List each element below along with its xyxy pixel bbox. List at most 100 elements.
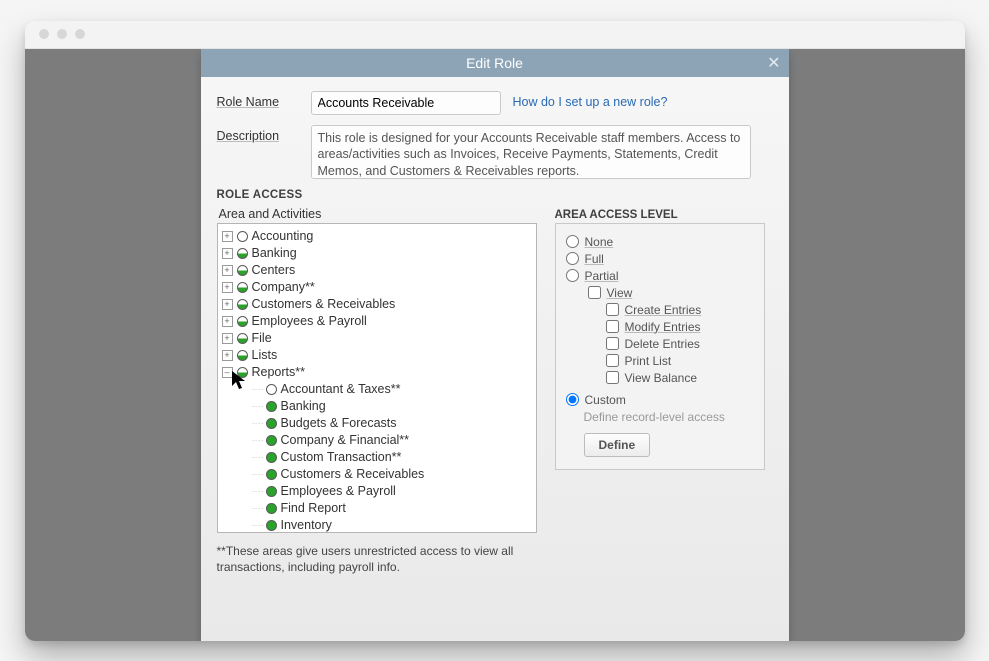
expand-icon[interactable]: + [222, 316, 233, 327]
tree-item[interactable]: + Accounting [222, 228, 532, 245]
access-area: Area and Activities +Accounting+Banking+… [217, 203, 773, 575]
role-name-row: Role Name How do I set up a new role? [217, 91, 773, 115]
radio-partial-input[interactable] [566, 269, 579, 282]
expand-icon[interactable]: + [222, 299, 233, 310]
tree-connector: ···· [252, 418, 264, 428]
expand-icon[interactable]: + [222, 333, 233, 344]
role-name-label: Role Name [217, 91, 299, 109]
description-label: Description [217, 125, 299, 143]
check-view[interactable]: View [588, 286, 754, 300]
app-background: Edit Role ✕ Role Name How do I set up a … [25, 49, 965, 641]
tree-child-item[interactable]: ····Find Report [252, 500, 532, 517]
dialog-header: Edit Role ✕ [201, 49, 789, 77]
tree-item[interactable]: +Centers [222, 262, 532, 279]
tree-connector: ···· [252, 384, 264, 394]
status-full-icon [266, 469, 277, 480]
role-name-input[interactable] [311, 91, 501, 115]
tree-child-item[interactable]: ···· Custom Transaction** [252, 449, 532, 466]
tree-child-item[interactable]: ····Company & Financial** [252, 432, 532, 449]
radio-custom[interactable]: Custom [566, 393, 754, 407]
radio-none[interactable]: None [566, 235, 754, 249]
tree-item[interactable]: + Customers & Receivables [222, 296, 532, 313]
description-row: Description [217, 125, 773, 179]
collapse-icon[interactable]: – [222, 367, 233, 378]
check-create[interactable]: Create Entries [606, 303, 754, 317]
define-button[interactable]: Define [584, 433, 651, 457]
expand-icon[interactable]: + [222, 350, 233, 361]
tree-child-item[interactable]: ···· Inventory [252, 517, 532, 533]
expand-icon[interactable]: + [222, 248, 233, 259]
check-create-input[interactable] [606, 303, 619, 316]
radio-custom-input[interactable] [566, 393, 579, 406]
tree-item[interactable]: +Banking [222, 245, 532, 262]
status-full-icon [266, 486, 277, 497]
help-link[interactable]: How do I set up a new role? [513, 91, 668, 109]
tree-child-item[interactable]: ····Customers & Receivables [252, 466, 532, 483]
radio-full-input[interactable] [566, 252, 579, 265]
traffic-close[interactable] [39, 29, 49, 39]
status-none-icon [266, 384, 277, 395]
traffic-max[interactable] [75, 29, 85, 39]
access-level-panel: None Full Partial [555, 223, 765, 470]
tree-label: Budgets & Forecasts [281, 416, 397, 430]
tree-label: Customers & Receivables [252, 297, 396, 311]
check-print[interactable]: Print List [606, 354, 754, 368]
tree-item-reports[interactable]: – Reports** [222, 364, 532, 381]
tree-label: Find Report [281, 501, 346, 515]
check-delete[interactable]: Delete Entries [606, 337, 754, 351]
status-partial-icon [237, 333, 248, 344]
traffic-min[interactable] [57, 29, 67, 39]
tree-child-item[interactable]: ····Banking [252, 398, 532, 415]
check-print-input[interactable] [606, 354, 619, 367]
check-view-input[interactable] [588, 286, 601, 299]
check-balance-label: View Balance [625, 371, 698, 385]
check-balance-input[interactable] [606, 371, 619, 384]
status-partial-icon [237, 367, 248, 378]
dialog-title: Edit Role [466, 55, 523, 71]
check-print-label: Print List [625, 354, 672, 368]
tree-item[interactable]: +Employees & Payroll [222, 313, 532, 330]
tree-label: Accountant & Taxes** [281, 382, 401, 396]
tree-label: Inventory [281, 518, 332, 532]
area-tree[interactable]: +Accounting+Banking+Centers+Company**+Cu… [217, 223, 537, 533]
tree-child-item[interactable]: ···· Accountant & Taxes** [252, 381, 532, 398]
check-modify[interactable]: Modify Entries [606, 320, 754, 334]
browser-frame: Edit Role ✕ Role Name How do I set up a … [25, 21, 965, 641]
status-full-icon [266, 520, 277, 531]
radio-custom-label: Custom [585, 393, 626, 407]
expand-icon[interactable]: + [222, 265, 233, 276]
tree-label: Banking [281, 399, 326, 413]
custom-subtext: Define record-level access [584, 410, 754, 424]
radio-full[interactable]: Full [566, 252, 754, 266]
tree-label: Custom Transaction** [281, 450, 402, 464]
check-delete-input[interactable] [606, 337, 619, 350]
tree-item[interactable]: +File [222, 330, 532, 347]
tree-child-item[interactable]: ····Employees & Payroll [252, 483, 532, 500]
status-full-icon [266, 435, 277, 446]
tree-label: Accounting [252, 229, 314, 243]
check-balance[interactable]: View Balance [606, 371, 754, 385]
access-level-column: AREA ACCESS LEVEL None Full [555, 203, 773, 575]
check-delete-label: Delete Entries [625, 337, 700, 351]
radio-partial[interactable]: Partial [566, 269, 754, 283]
description-input[interactable] [311, 125, 751, 179]
check-create-label: Create Entries [625, 303, 702, 317]
tree-item[interactable]: +Company** [222, 279, 532, 296]
tree-connector: ···· [252, 452, 264, 462]
tree-child-item[interactable]: ···· Budgets & Forecasts [252, 415, 532, 432]
tree-connector: ···· [252, 520, 264, 530]
tree-label: Customers & Receivables [281, 467, 425, 481]
tree-label: Employees & Payroll [281, 484, 396, 498]
check-modify-label: Modify Entries [625, 320, 701, 334]
close-icon[interactable]: ✕ [767, 53, 780, 73]
expand-icon[interactable]: + [222, 231, 233, 242]
browser-titlebar [25, 21, 965, 49]
tree-label: Reports** [252, 365, 306, 379]
check-modify-input[interactable] [606, 320, 619, 333]
status-partial-icon [237, 299, 248, 310]
role-access-title: ROLE ACCESS [217, 189, 773, 201]
status-partial-icon [237, 282, 248, 293]
expand-icon[interactable]: + [222, 282, 233, 293]
radio-none-input[interactable] [566, 235, 579, 248]
tree-item[interactable]: +Lists [222, 347, 532, 364]
